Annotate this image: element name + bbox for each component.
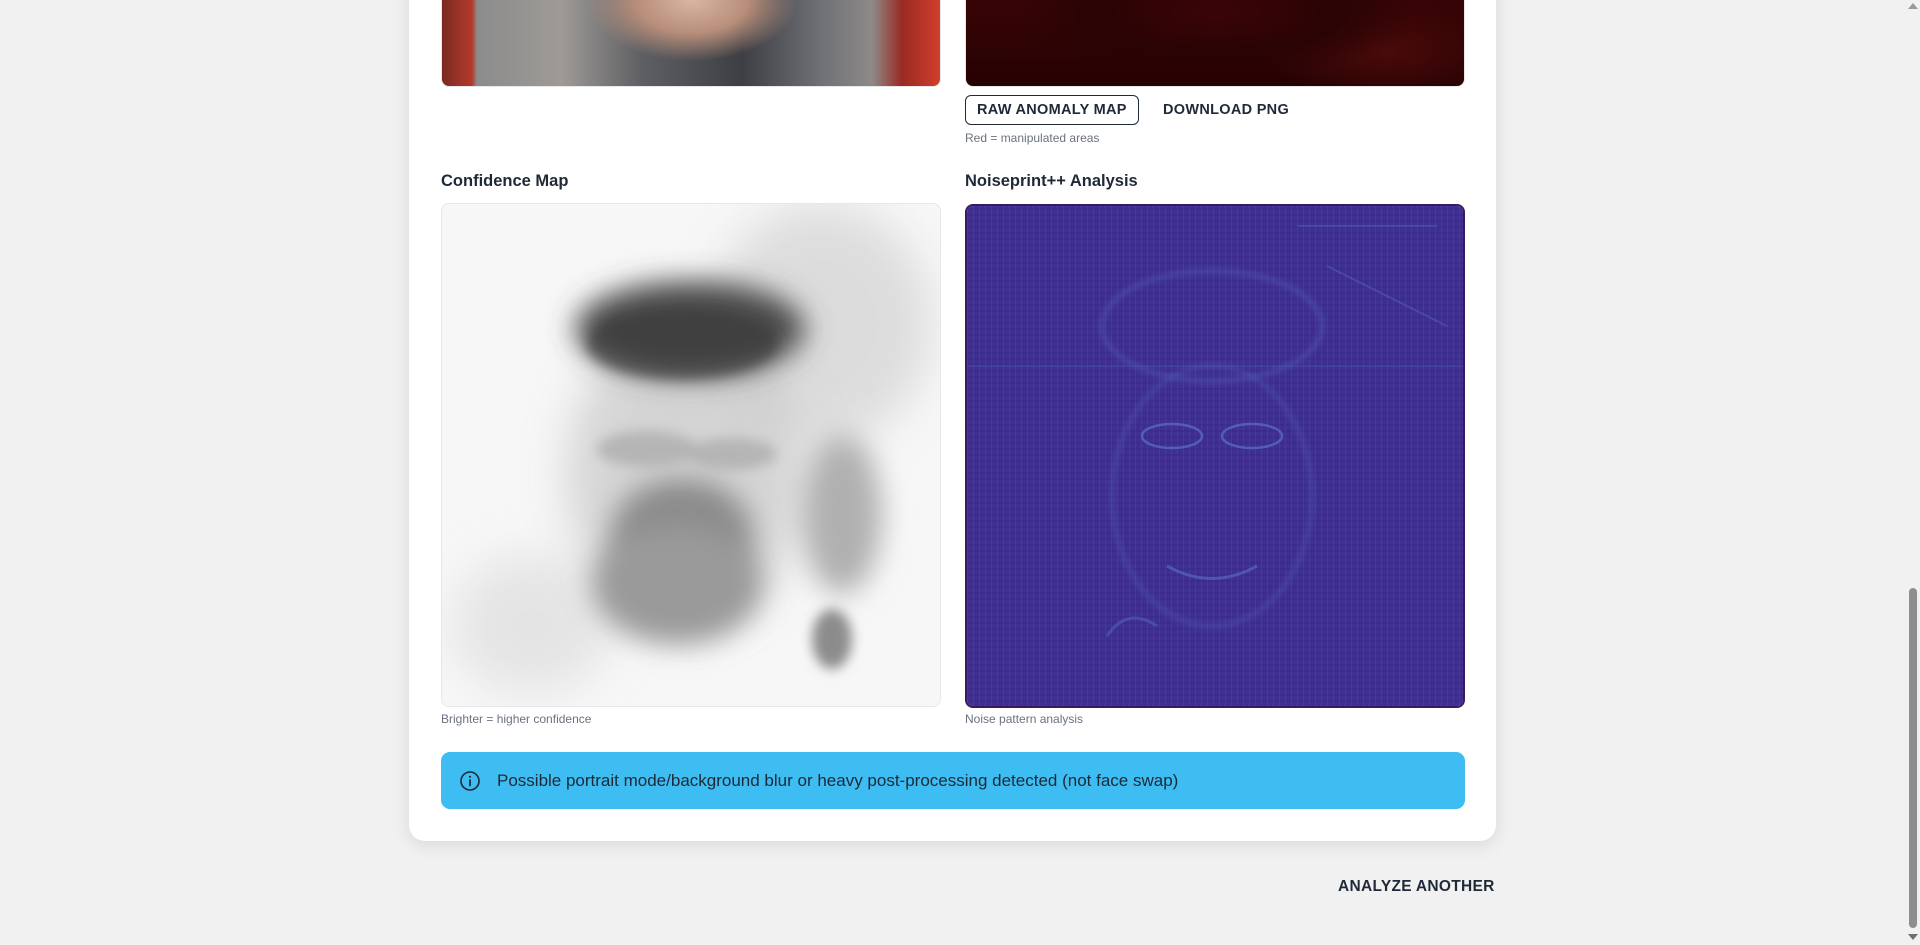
analyze-another-button[interactable]: ANALYZE ANOTHER xyxy=(1338,878,1495,896)
confidence-map-title: Confidence Map xyxy=(441,172,569,190)
analysis-alert: Possible portrait mode/background blur o… xyxy=(441,752,1465,809)
original-image xyxy=(441,0,941,87)
noiseprint-title: Noiseprint++ Analysis xyxy=(965,172,1138,190)
confidence-map-image xyxy=(441,203,941,707)
anomaly-map-caption: Red = manipulated areas xyxy=(965,131,1100,145)
raw-anomaly-map-button[interactable]: RAW ANOMALY MAP xyxy=(965,95,1139,125)
download-png-button[interactable]: DOWNLOAD PNG xyxy=(1163,95,1289,125)
confidence-map-caption: Brighter = higher confidence xyxy=(441,712,592,726)
confidence-map-graphic xyxy=(442,204,940,706)
noiseprint-graphic xyxy=(967,206,1463,706)
alert-message: Possible portrait mode/background blur o… xyxy=(497,770,1179,790)
scroll-down-icon[interactable] xyxy=(1908,934,1918,940)
noiseprint-image xyxy=(965,204,1465,708)
page-content: RAW ANOMALY MAP DOWNLOAD PNG Red = manip… xyxy=(0,0,1905,945)
scrollbar-thumb[interactable] xyxy=(1909,588,1917,928)
noiseprint-caption: Noise pattern analysis xyxy=(965,712,1084,726)
info-icon xyxy=(460,770,480,791)
anomaly-map-image xyxy=(965,0,1465,87)
vertical-scrollbar[interactable] xyxy=(1905,0,1920,945)
scroll-up-icon[interactable] xyxy=(1908,3,1918,9)
